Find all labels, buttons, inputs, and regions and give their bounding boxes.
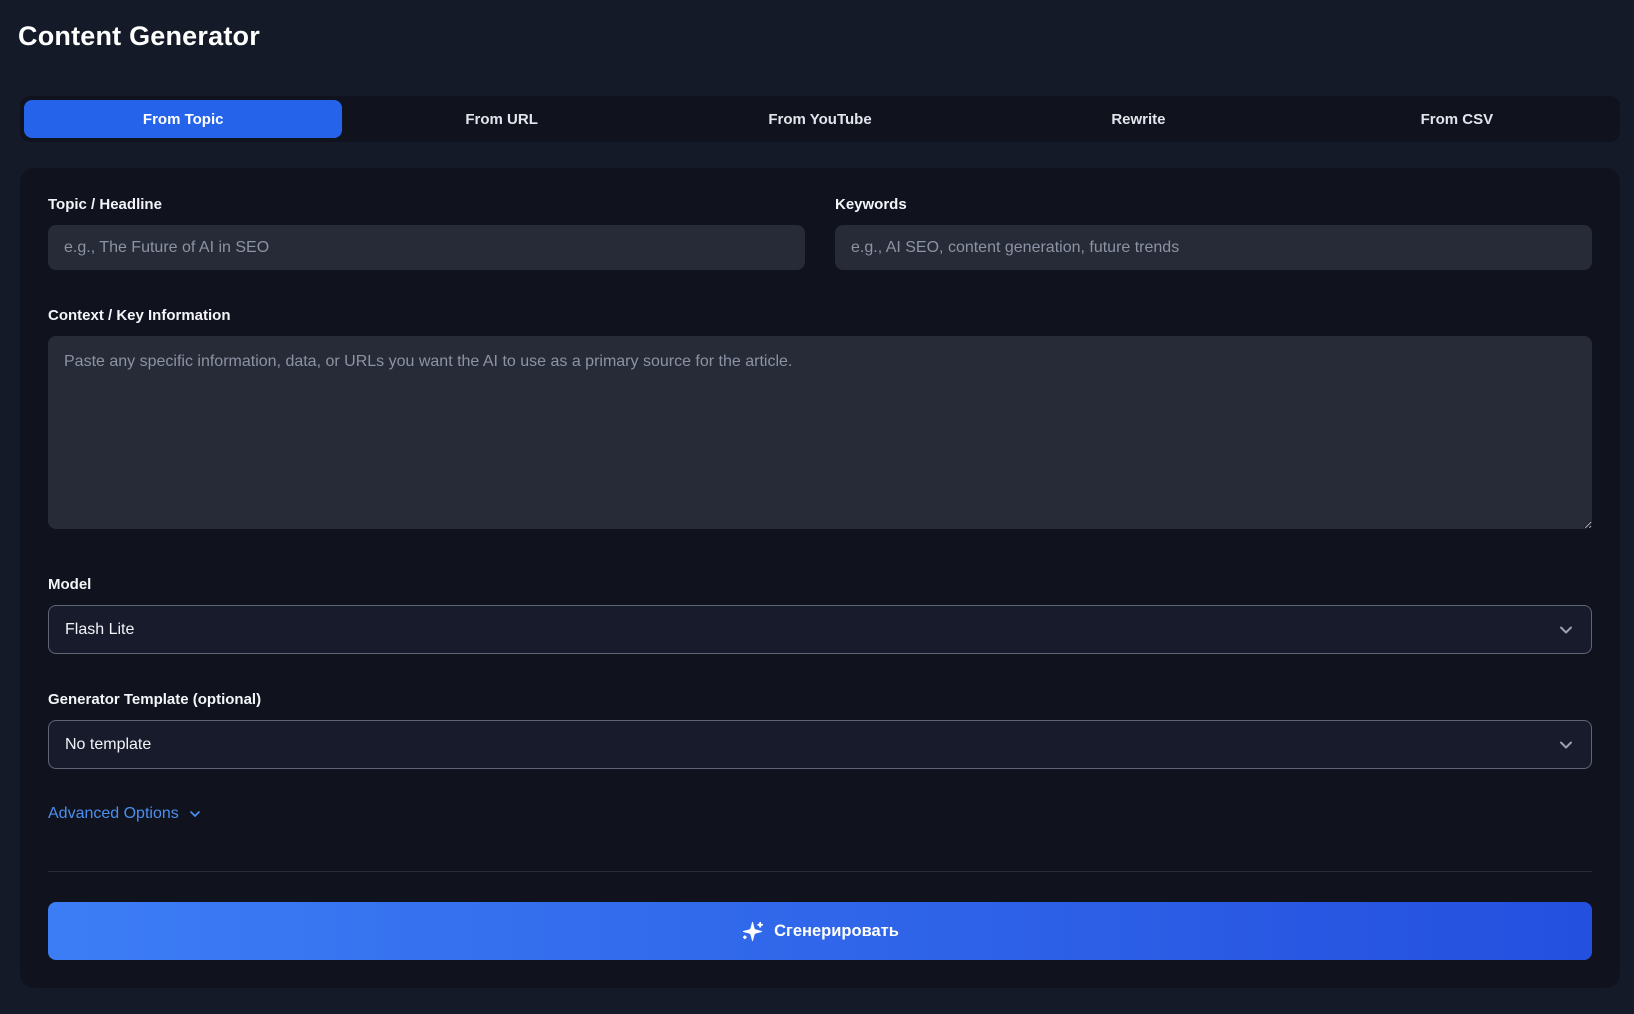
- keywords-input[interactable]: [835, 225, 1592, 270]
- topic-label: Topic / Headline: [48, 196, 805, 213]
- tab-from-youtube[interactable]: From YouTube: [661, 100, 979, 138]
- keywords-label: Keywords: [835, 196, 1592, 213]
- model-field-group: Model Flash Lite: [48, 576, 1592, 654]
- page-title: Content Generator: [0, 0, 1634, 52]
- topic-field-group: Topic / Headline: [48, 196, 805, 270]
- tab-bar: From Topic From URL From YouTube Rewrite…: [20, 96, 1620, 142]
- advanced-options-toggle[interactable]: Advanced Options: [48, 805, 203, 823]
- model-label: Model: [48, 576, 1592, 593]
- model-select[interactable]: Flash Lite: [48, 605, 1592, 654]
- keywords-field-group: Keywords: [835, 196, 1592, 270]
- chevron-down-icon: [187, 806, 203, 822]
- generate-button-label: Сгенерировать: [774, 922, 899, 941]
- context-label: Context / Key Information: [48, 307, 1592, 324]
- tab-from-url[interactable]: From URL: [342, 100, 660, 138]
- tab-from-topic[interactable]: From Topic: [24, 100, 342, 138]
- advanced-options-label: Advanced Options: [48, 805, 179, 823]
- tab-from-csv[interactable]: From CSV: [1298, 100, 1616, 138]
- context-field-group: Context / Key Information: [48, 307, 1592, 534]
- context-textarea[interactable]: [48, 336, 1592, 529]
- template-label: Generator Template (optional): [48, 691, 1592, 708]
- template-field-group: Generator Template (optional) No templat…: [48, 691, 1592, 769]
- template-select[interactable]: No template: [48, 720, 1592, 769]
- sparkles-icon: [741, 920, 764, 943]
- topic-input[interactable]: [48, 225, 805, 270]
- generate-button[interactable]: Сгенерировать: [48, 902, 1592, 960]
- tab-rewrite[interactable]: Rewrite: [979, 100, 1297, 138]
- divider: [48, 871, 1592, 872]
- topic-keywords-row: Topic / Headline Keywords: [48, 196, 1592, 270]
- generator-form-card: Topic / Headline Keywords Context / Key …: [20, 168, 1620, 988]
